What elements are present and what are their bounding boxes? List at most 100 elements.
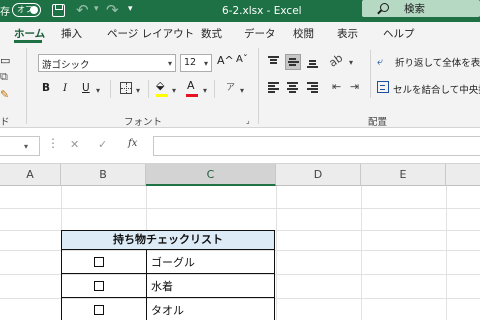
divider: [148, 80, 149, 98]
font-name-dropdown[interactable]: 游ゴシック ▾: [38, 54, 176, 72]
checkbox-cell[interactable]: [61, 250, 146, 274]
more-options-icon[interactable]: ⋮: [47, 136, 59, 150]
font-group-label: フォント: [124, 117, 163, 128]
formula-input[interactable]: [153, 136, 480, 156]
group-separator: [258, 48, 259, 124]
tab-view[interactable]: 表示: [337, 26, 358, 41]
checkbox[interactable]: [94, 305, 104, 315]
excel-window: 存 オフ ↶ ▾ ↷ ▾ 6-2.xlsx - Excel 検索 ホーム 挿入 …: [0, 0, 480, 320]
clipboard-group-label: ド: [0, 117, 10, 128]
worksheet-grid[interactable]: A B C D E 持ち物チェックリスト ゴーグル 水着 タオル: [0, 164, 480, 320]
column-gridline: [276, 186, 277, 320]
item-label: ゴーグル: [151, 256, 195, 269]
ribbon-tabs: ホーム 挿入 ページ レイアウト 数式 データ 校閲 表示 ヘルプ: [0, 22, 480, 44]
item-label: タオル: [151, 304, 184, 317]
column-header-a[interactable]: A: [0, 164, 61, 186]
name-box[interactable]: ▾: [0, 136, 40, 156]
fill-color-icon[interactable]: ⬙: [156, 79, 164, 92]
borders-dropdown-icon[interactable]: ▾: [136, 86, 140, 95]
group-separator: [26, 48, 27, 124]
tab-data[interactable]: データ: [244, 26, 276, 41]
font-dialog-launcher-icon[interactable]: ⌟: [246, 116, 250, 125]
save-icon[interactable]: [52, 4, 65, 17]
underline-dropdown-icon[interactable]: ▾: [96, 86, 100, 95]
align-middle-button[interactable]: [285, 54, 301, 70]
title-bar: 存 オフ ↶ ▾ ↷ ▾ 6-2.xlsx - Excel 検索: [0, 0, 480, 22]
chevron-down-icon: ▾: [167, 59, 172, 68]
tab-insert[interactable]: 挿入: [61, 26, 82, 41]
column-header-e[interactable]: E: [361, 164, 446, 186]
phonetic-guide-button[interactable]: ア: [226, 80, 235, 93]
format-painter-icon[interactable]: ✎: [0, 88, 9, 101]
copy-icon[interactable]: ⧉: [0, 70, 8, 84]
checkbox[interactable]: [94, 257, 104, 267]
divider: [110, 80, 111, 98]
autosave-label: 存: [0, 7, 10, 18]
checkbox-cell[interactable]: [61, 298, 146, 320]
align-top-button[interactable]: [266, 54, 282, 70]
undo-dropdown-icon[interactable]: ▾: [94, 4, 99, 14]
fill-color-swatch: [156, 94, 168, 97]
align-bottom-button[interactable]: [305, 54, 321, 70]
font-size-value: 12: [184, 57, 197, 68]
item-label: 水着: [151, 280, 173, 293]
checklist-title-cell[interactable]: 持ち物チェックリスト: [61, 230, 275, 250]
checkbox-cell[interactable]: [61, 274, 146, 298]
align-left-button[interactable]: [266, 80, 282, 96]
redo-icon[interactable]: ↷: [106, 1, 119, 19]
ribbon: ▭ ⧉ ✎ ド 游ゴシック ▾ 12 ▾ A^ Aˇ B I U ▾ ▾ ⬙ ▾…: [0, 44, 480, 128]
orientation-icon[interactable]: ab: [327, 51, 346, 70]
checkbox[interactable]: [94, 281, 104, 291]
search-label: 検索: [404, 3, 425, 15]
increase-indent-icon[interactable]: ⇥: [350, 80, 359, 93]
orientation-dropdown-icon[interactable]: ▾: [349, 58, 353, 67]
divider: [370, 50, 371, 98]
merge-center-button[interactable]: セルを結合して中央揃: [393, 82, 480, 96]
merge-center-icon: [377, 81, 389, 93]
chevron-down-icon: ▾: [203, 59, 208, 68]
tab-help[interactable]: ヘルプ: [383, 26, 415, 41]
paste-icon[interactable]: ▭: [0, 54, 10, 67]
alignment-group-label: 配置: [368, 117, 388, 128]
font-color-dropdown-icon[interactable]: ▾: [203, 86, 207, 95]
column-header-c[interactable]: C: [146, 164, 276, 186]
wrap-text-button[interactable]: 折り返して全体を表示: [395, 55, 480, 69]
customize-qat-icon[interactable]: ▾: [128, 4, 133, 14]
tab-formulas[interactable]: 数式: [201, 26, 222, 41]
phonetic-dropdown-icon[interactable]: ▾: [240, 86, 244, 95]
align-right-button[interactable]: [305, 80, 321, 96]
tab-page-layout[interactable]: ページ レイアウト: [107, 26, 194, 41]
cancel-icon[interactable]: ✕: [70, 138, 79, 151]
underline-button[interactable]: U: [82, 82, 90, 94]
divider: [214, 80, 215, 98]
bold-button[interactable]: B: [42, 82, 50, 94]
column-header-b[interactable]: B: [61, 164, 146, 186]
list-item[interactable]: 水着: [146, 274, 275, 298]
formula-bar: ▾ ⋮ ✕ ✓ fx: [0, 128, 480, 164]
enter-icon[interactable]: ✓: [98, 138, 107, 151]
chevron-down-icon: ▾: [24, 142, 29, 151]
tab-home[interactable]: ホーム: [14, 26, 45, 41]
font-size-dropdown[interactable]: 12 ▾: [180, 54, 212, 72]
row-gridline: [0, 208, 480, 209]
undo-icon[interactable]: ↶: [76, 1, 89, 19]
wrap-text-icon: ⤶: [377, 55, 384, 68]
italic-button[interactable]: I: [63, 82, 67, 94]
fill-dropdown-icon[interactable]: ▾: [172, 86, 176, 95]
shrink-font-button[interactable]: Aˇ: [236, 54, 248, 65]
align-center-button[interactable]: [285, 80, 301, 96]
font-color-button[interactable]: A: [187, 79, 195, 92]
font-name-value: 游ゴシック: [42, 60, 90, 71]
column-header-d[interactable]: D: [276, 164, 361, 186]
document-title: 6-2.xlsx - Excel: [222, 5, 302, 17]
column-gridline: [361, 186, 362, 320]
insert-function-button[interactable]: fx: [128, 138, 137, 149]
borders-icon[interactable]: [120, 82, 132, 94]
font-color-swatch: [186, 94, 198, 97]
list-item[interactable]: ゴーグル: [146, 250, 275, 274]
list-item[interactable]: タオル: [146, 298, 275, 320]
decrease-indent-icon[interactable]: ⇤: [332, 80, 341, 93]
tab-review[interactable]: 校閲: [293, 26, 314, 41]
autosave-toggle[interactable]: オフ: [12, 3, 41, 17]
grow-font-button[interactable]: A^: [217, 54, 234, 67]
